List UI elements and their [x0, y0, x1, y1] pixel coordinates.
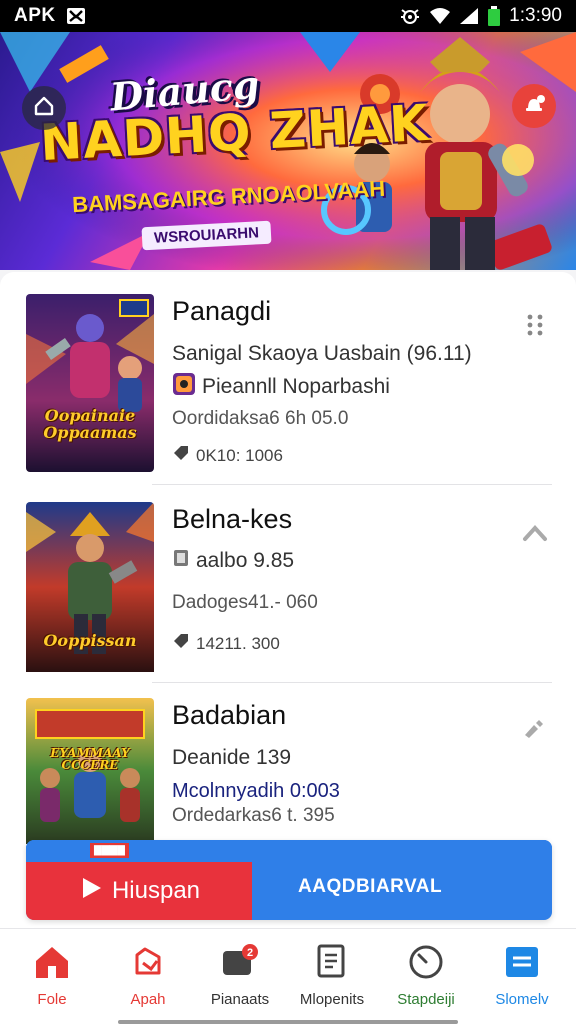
- item-details: Dadoges41.- 060: [172, 592, 318, 613]
- nav-item-home[interactable]: Fole: [4, 941, 100, 1017]
- nav-label: Slomelv: [495, 991, 549, 1008]
- more-options-button[interactable]: [520, 312, 550, 342]
- monitor-icon: [501, 941, 543, 983]
- item-stats: 14211. 300: [196, 633, 280, 653]
- hero-banner[interactable]: Diaucg NADHQ ZHAK BAMSAGAIRG RNOAOLVAAH …: [0, 32, 576, 270]
- promo-chip: ▇▇▇▇: [90, 843, 129, 858]
- more-vertical-icon: [525, 313, 545, 342]
- collapse-button[interactable]: [520, 520, 550, 550]
- battery-icon: [487, 6, 501, 26]
- wifi-icon: [429, 7, 451, 25]
- nav-label: Mlopenits: [299, 991, 365, 1008]
- item-subtitle: Deanide 139: [172, 746, 292, 769]
- app-badge-icon: [172, 372, 196, 402]
- item-details: Oordidaksa6 6h 05.0: [172, 408, 349, 429]
- item-title: Belna-kes: [172, 504, 293, 534]
- play-label: Hiuspan: [111, 877, 201, 904]
- signal-icon: [459, 7, 479, 25]
- promo-label: AAQDBIARVAL: [298, 876, 443, 897]
- item-stats: 0K10: 1006: [196, 445, 283, 465]
- edit-button[interactable]: [520, 716, 550, 746]
- home-icon: [33, 95, 55, 122]
- document-icon: [311, 941, 353, 983]
- file-icon: [172, 548, 190, 574]
- puzzle-icon: [127, 941, 169, 983]
- promo-banner[interactable]: ▇▇▇▇ Hiuspan AAQDBIARVAL: [26, 840, 552, 920]
- item-title: Panagdi: [172, 296, 272, 326]
- home-icon: [31, 941, 73, 983]
- cover-title: EYAMMAAY CCCERE: [50, 745, 130, 773]
- svg-text:2: 2: [247, 947, 253, 959]
- nav-item-reports[interactable]: Mlopenits: [284, 941, 380, 1017]
- nav-item-apps[interactable]: Apah: [100, 941, 196, 1017]
- nav-item-stats[interactable]: Stapdeiji: [378, 941, 474, 1017]
- list-item[interactable]: Oopainaie Oppaamas Panagdi Sanigal Skaoy…: [0, 290, 576, 486]
- bottom-navigation: Fole Apah 2 Pianaats Mlopenits Stapdeiji: [0, 928, 576, 1024]
- notification-button[interactable]: [512, 84, 556, 128]
- item-details: Ordedarkas6 t. 395: [172, 805, 335, 826]
- status-time: 1:3:90: [509, 5, 562, 26]
- gesture-bar[interactable]: [118, 1020, 458, 1024]
- bug-icon: [399, 6, 421, 26]
- tag-icon: [172, 444, 190, 467]
- nav-label: Pianaats: [210, 991, 270, 1008]
- home-button[interactable]: [22, 86, 66, 130]
- nav-label: Stapdeiji: [397, 991, 455, 1008]
- play-icon: [78, 875, 104, 908]
- tag-icon: [172, 632, 190, 655]
- nav-item-messages[interactable]: 2 Pianaats: [192, 941, 288, 1017]
- chat-icon: 2: [219, 941, 261, 983]
- cover-title: Ooppissan: [43, 631, 137, 651]
- bell-icon: [522, 93, 546, 120]
- cover-title: Oopainaie Oppaamas: [43, 406, 137, 443]
- clock-icon: [405, 941, 447, 983]
- chevron-up-icon: [522, 524, 548, 547]
- item-developer: Mcolnnyadih 0:003: [172, 780, 340, 802]
- game-cover-image: Oopainaie Oppaamas: [26, 294, 154, 472]
- divider: [152, 682, 552, 683]
- play-button[interactable]: Hiuspan: [26, 862, 252, 920]
- notification-icon: [66, 7, 86, 25]
- pencil-icon: [522, 719, 548, 744]
- divider: [152, 484, 552, 485]
- app-screen: APK 1:3:90 Diaucg NADHQ ZHAK BAMSAGAIRG …: [0, 0, 576, 1024]
- item-rating: aalbo 9.85: [196, 549, 295, 572]
- status-app-label: APK: [14, 5, 56, 26]
- nav-label: Fole: [37, 991, 67, 1008]
- status-bar: APK 1:3:90: [0, 0, 576, 32]
- item-title: Badabian: [172, 700, 287, 730]
- nav-item-settings[interactable]: Slomelv: [474, 941, 570, 1017]
- item-subtitle: Sanigal Skaoya Uasbain (96.11): [172, 342, 472, 365]
- game-cover-image: Ooppissan: [26, 502, 154, 680]
- item-developer: Pieannll Noparbashi: [202, 375, 390, 398]
- nav-label: Apah: [130, 991, 166, 1008]
- list-item[interactable]: Ooppissan Belna-kes aalbo 9.85 Dadoges41…: [0, 498, 576, 694]
